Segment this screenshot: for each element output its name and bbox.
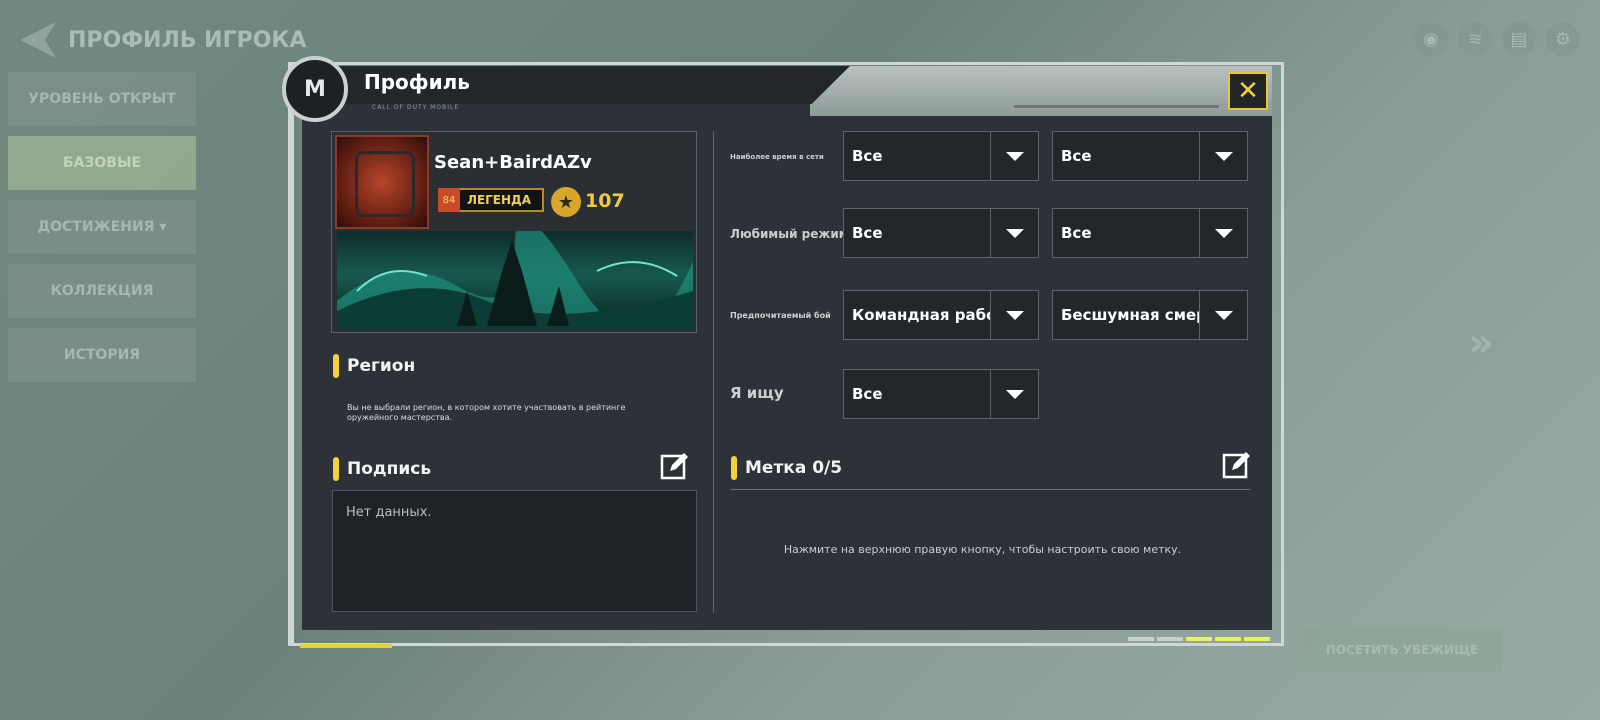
dropdown-arrow-icon xyxy=(990,132,1038,180)
online-time-select-2[interactable]: Все xyxy=(1052,131,1248,181)
dropdown-arrow-icon xyxy=(990,370,1038,418)
online-time-select-1[interactable]: Все xyxy=(843,131,1039,181)
gear-icon[interactable]: ⚙ xyxy=(1546,22,1580,56)
favorite-mode-select-1[interactable]: Все xyxy=(843,208,1039,258)
back-arrow-icon[interactable] xyxy=(20,22,56,58)
avatar[interactable] xyxy=(335,135,429,229)
visit-shelter-button[interactable]: ПОСЕТИТЬ УБЕЖИЩЕ xyxy=(1302,628,1502,672)
lobby-nav-item[interactable]: ИСТОРИЯ xyxy=(8,328,196,382)
signature-title: Подпись xyxy=(347,459,432,479)
calling-card-banner xyxy=(337,231,693,329)
dropdown-arrow-icon xyxy=(990,291,1038,339)
chevron-right-icon[interactable]: » xyxy=(1468,320,1494,366)
eye-icon[interactable]: ◉ xyxy=(1414,22,1448,56)
player-name: Sean+BairdAZv xyxy=(434,152,592,173)
rank-icon: 84 xyxy=(438,188,460,212)
lobby-title: ПРОФИЛЬ ИГРОКА xyxy=(20,22,306,58)
dropdown-arrow-icon xyxy=(1199,209,1247,257)
lobby-nav: УРОВЕНЬ ОТКРЫТ БАЗОВЫЕ ДОСТИЖЕНИЯ ▾ КОЛЛ… xyxy=(8,72,196,382)
tag-hint: Нажмите на верхнюю правую кнопку, чтобы … xyxy=(783,543,1182,556)
region-description: Вы не выбрали регион, в котором хотите у… xyxy=(347,403,626,422)
lobby-top-icons: ◉ ≋ ▤ ⚙ xyxy=(1414,22,1580,56)
dialog-title: Профиль xyxy=(364,70,470,94)
preferred-battle-label: Предпочитаемый бой xyxy=(730,311,831,320)
game-logo-icon: M xyxy=(282,56,348,122)
lobby-nav-item[interactable]: УРОВЕНЬ ОТКРЫТ xyxy=(8,72,196,126)
lobby-nav-item[interactable]: БАЗОВЫЕ xyxy=(8,136,196,190)
column-divider xyxy=(713,131,714,613)
region-title: Регион xyxy=(347,356,416,376)
dropdown-arrow-icon xyxy=(1199,291,1247,339)
region-marker xyxy=(333,354,339,378)
preferred-battle-select-2[interactable]: Бесшумная смерть xyxy=(1052,290,1248,340)
dropdown-arrow-icon xyxy=(990,209,1038,257)
close-icon: ✕ xyxy=(1237,76,1259,106)
close-button[interactable]: ✕ xyxy=(1228,72,1268,110)
edit-tag-icon[interactable] xyxy=(1222,450,1252,480)
favorite-mode-select-2[interactable]: Все xyxy=(1052,208,1248,258)
page-indicator xyxy=(1128,637,1270,641)
tag-marker xyxy=(731,456,737,480)
tag-divider xyxy=(730,489,1250,490)
wing-icon[interactable]: ≋ xyxy=(1458,22,1492,56)
edit-signature-icon[interactable] xyxy=(660,451,690,481)
tag-title: Метка 0/5 xyxy=(745,458,843,478)
signature-text: Нет данных. xyxy=(346,505,432,520)
dialog-header-accent xyxy=(810,66,1272,116)
preferred-battle-select-1[interactable]: Командная работа xyxy=(843,290,1039,340)
looking-for-select[interactable]: Все xyxy=(843,369,1039,419)
lobby-nav-item[interactable]: КОЛЛЕКЦИЯ xyxy=(8,264,196,318)
looking-for-label: Я ищу xyxy=(730,384,784,402)
chart-icon[interactable]: ▤ xyxy=(1502,22,1536,56)
lobby-nav-item[interactable]: ДОСТИЖЕНИЯ ▾ xyxy=(8,200,196,254)
star-icon: ★ xyxy=(551,187,581,217)
signature-marker xyxy=(333,457,339,481)
favorite-mode-label: Любимый режим xyxy=(730,227,849,241)
dropdown-arrow-icon xyxy=(1199,132,1247,180)
player-level: 107 xyxy=(585,190,625,212)
rank-label: ЛЕГЕНДА xyxy=(466,193,532,207)
dialog-accent-strip xyxy=(300,644,392,648)
dialog-subtitle: CALL OF DUTY MOBILE xyxy=(372,104,460,111)
online-time-label: Наиболее время в сети xyxy=(730,153,824,161)
